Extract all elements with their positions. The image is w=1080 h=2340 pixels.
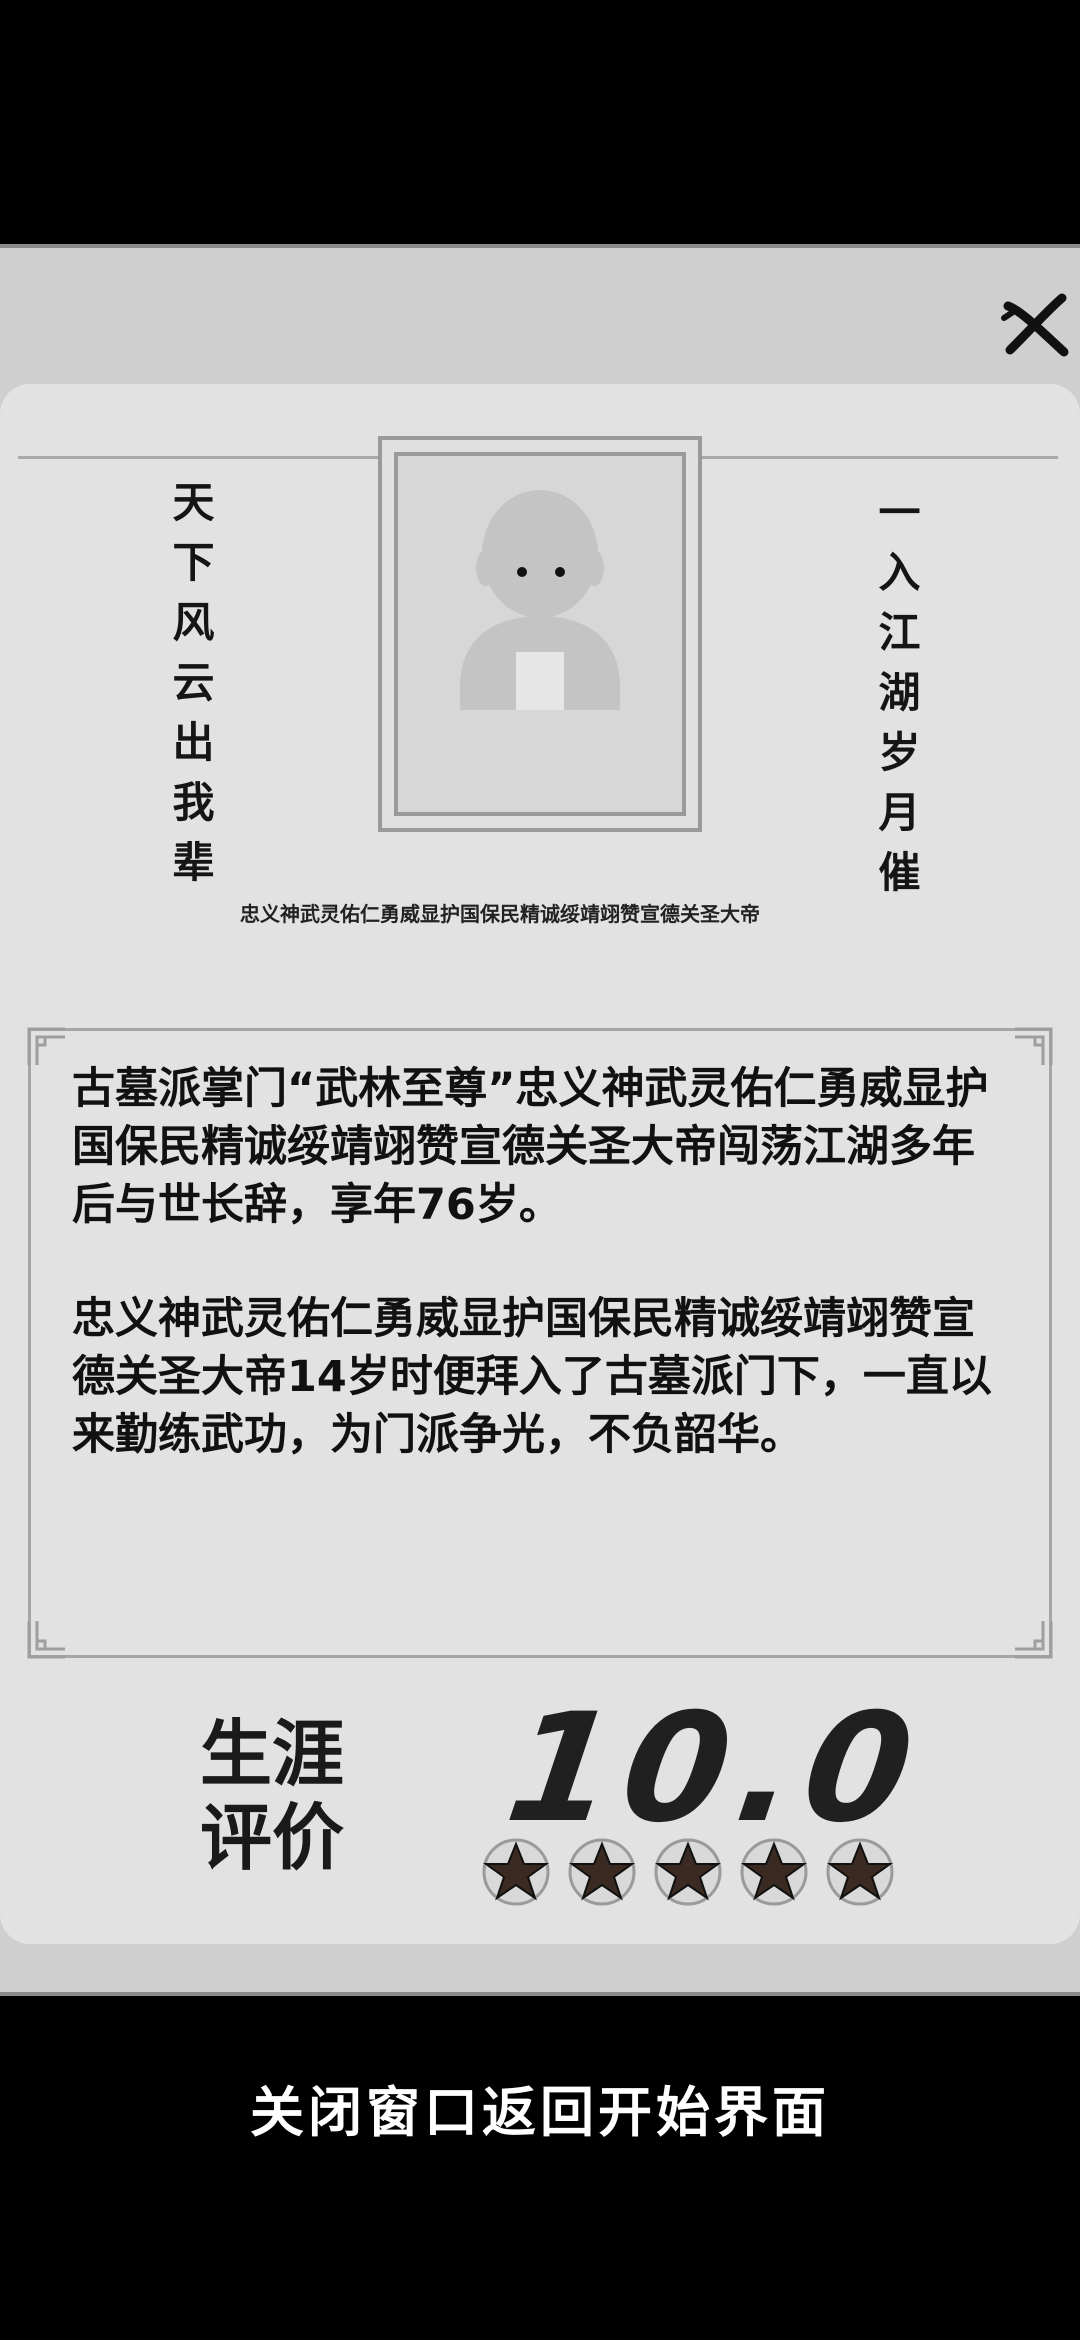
career-label-line: 评价 bbox=[200, 1796, 345, 1880]
portrait-frame bbox=[378, 436, 702, 832]
left-motto: 天下风云出我辈 bbox=[166, 480, 215, 900]
biography-text: 古墓派掌门“武林至尊”忠义神武灵佑仁勇威显护国保民精诚绥靖翊赞宣德关圣大帝闯荡江… bbox=[72, 1060, 992, 1520]
right-motto: 一入江湖岁月催 bbox=[872, 490, 921, 910]
close-return-button[interactable]: 关闭窗口返回开始界面 bbox=[0, 2068, 1080, 2147]
star-icon bbox=[740, 1838, 808, 1906]
star-icon bbox=[482, 1838, 550, 1906]
career-label-line: 生涯 bbox=[200, 1712, 345, 1796]
biography-paragraph: 古墓派掌门“武林至尊”忠义神武灵佑仁勇威显护国保民精诚绥靖翊赞宣德关圣大帝闯荡江… bbox=[72, 1064, 989, 1230]
screen: 天下风云出我辈 一入江湖岁月催 忠义神武灵佑仁勇威显护国保民精诚绥靖翊赞宣德关圣… bbox=[0, 0, 1080, 2340]
corner-ornament-icon bbox=[27, 1621, 65, 1659]
career-rating-label: 生涯 评价 bbox=[200, 1712, 390, 1880]
corner-ornament-icon bbox=[27, 1027, 65, 1065]
corner-ornament-icon bbox=[1015, 1027, 1053, 1065]
close-icon bbox=[1001, 293, 1069, 357]
avatar-placeholder-icon bbox=[460, 490, 620, 710]
star-icon bbox=[568, 1838, 636, 1906]
star-icon bbox=[654, 1838, 722, 1906]
career-score: 10.0 bbox=[497, 1682, 933, 1856]
biography-paragraph: 忠义神武灵佑仁勇威显护国保民精诚绥靖翊赞宣德关圣大帝14岁时便拜入了古墓派门下，… bbox=[72, 1294, 992, 1460]
portrait bbox=[394, 452, 686, 816]
full-title: 忠义神武灵佑仁勇威显护国保民精诚绥靖翊赞宣德关圣大帝 bbox=[240, 902, 760, 926]
corner-ornament-icon bbox=[1015, 1621, 1053, 1659]
star-rating bbox=[480, 1836, 896, 1908]
star-icon bbox=[826, 1838, 894, 1906]
close-button[interactable] bbox=[998, 288, 1074, 364]
